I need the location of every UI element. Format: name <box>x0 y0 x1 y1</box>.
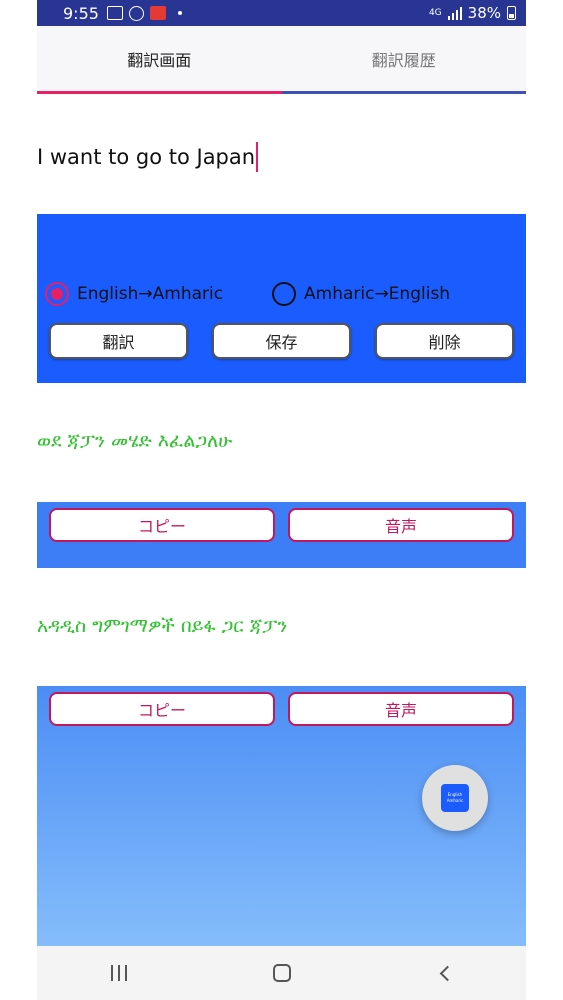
tab-history-label: 翻訳履歴 <box>371 50 436 70</box>
back-button[interactable] <box>415 953 475 993</box>
wifi-data-icon: 4G <box>428 7 442 18</box>
text-cursor <box>256 142 259 172</box>
copy-back-translation-button[interactable]: コピー <box>49 692 275 726</box>
status-bar: 9:55 4G 38% <box>37 0 526 26</box>
image-icon <box>106 6 123 20</box>
battery-percent: 38% <box>467 4 501 22</box>
result-button-row: コピー 音声 <box>49 508 514 542</box>
chrome-icon <box>128 5 144 21</box>
back-icon <box>439 965 456 981</box>
source-text-value: I want to go to Japan <box>37 145 256 169</box>
delete-button[interactable]: 削除 <box>375 323 514 359</box>
tab-active-indicator <box>37 91 282 94</box>
app-logo-line2: Amharic <box>446 798 464 803</box>
radio-checked-icon <box>45 282 69 306</box>
radio-unchecked-icon <box>272 282 296 306</box>
back-translation-result-text: አዳዲስ ግምገማዎች በይፋ ጋር ጃፓን <box>37 615 288 637</box>
speak-back-translation-button[interactable]: 音声 <box>288 692 514 726</box>
tab-translate[interactable]: 翻訳画面 <box>37 26 282 94</box>
radio-amharic-to-english[interactable]: Amharic→English <box>272 282 450 306</box>
radio-english-to-amharic-label: English→Amharic <box>77 284 224 304</box>
home-button[interactable] <box>252 953 312 993</box>
action-button-row: 翻訳 保存 削除 <box>49 323 514 359</box>
tab-history[interactable]: 翻訳履歴 <box>282 26 527 91</box>
status-right-icons: 4G 38% <box>429 4 516 22</box>
app-logo-fab[interactable]: English Amharic <box>422 765 488 831</box>
translation-result-text: ወደ ጃፓን መሄድ እፈልጋለሁ <box>37 430 233 452</box>
speak-button[interactable]: 音声 <box>288 508 514 542</box>
translation-controls-panel: English→Amharic Amharic→English 翻訳 保存 削除 <box>37 214 526 383</box>
system-nav-bar <box>37 946 526 1000</box>
radio-english-to-amharic[interactable]: English→Amharic <box>45 282 223 306</box>
battery-icon <box>507 6 516 20</box>
home-icon <box>272 964 291 982</box>
tab-bar: 翻訳画面 翻訳履歴 <box>37 26 526 94</box>
more-notifications-dot-icon <box>177 11 182 15</box>
back-translation-button-row: コピー 音声 <box>49 692 514 726</box>
app-logo-icon: English Amharic <box>441 784 469 812</box>
source-text-input[interactable]: I want to go to Japan <box>37 140 526 174</box>
direction-radio-group: English→Amharic Amharic→English <box>37 282 526 308</box>
app-notification-icon <box>149 6 166 20</box>
signal-icon <box>447 6 462 20</box>
copy-button[interactable]: コピー <box>49 508 275 542</box>
translate-button[interactable]: 翻訳 <box>49 323 188 359</box>
radio-amharic-to-english-label: Amharic→English <box>304 284 451 304</box>
recents-button[interactable] <box>89 953 149 993</box>
tab-translate-label: 翻訳画面 <box>127 50 192 70</box>
result-actions-panel: コピー 音声 <box>37 502 526 568</box>
status-time: 9:55 <box>63 3 99 23</box>
save-button[interactable]: 保存 <box>212 323 351 359</box>
status-left-icons <box>106 5 182 21</box>
recents-icon <box>110 965 127 981</box>
